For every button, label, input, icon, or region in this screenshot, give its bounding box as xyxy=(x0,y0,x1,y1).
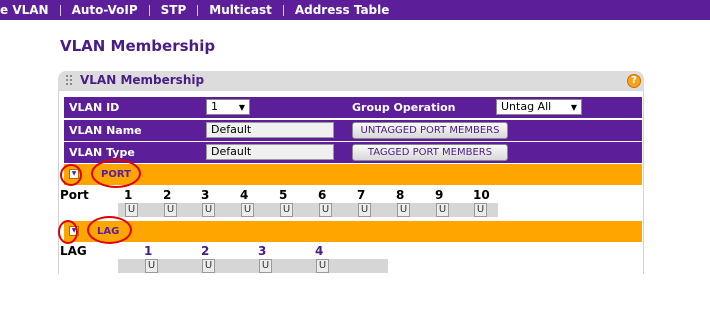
port-number: 9 xyxy=(435,188,444,202)
group-operation-label: Group Operation xyxy=(352,101,456,114)
vlan-id-label: VLAN ID xyxy=(69,101,120,114)
port-number: 4 xyxy=(240,188,249,202)
nav-item-stp[interactable]: STP xyxy=(150,3,198,17)
port-state-toggle[interactable]: U xyxy=(202,203,215,217)
port-row-label: Port xyxy=(60,188,89,202)
port-state-toggle[interactable]: U xyxy=(280,203,293,217)
lag-number[interactable]: 1 xyxy=(144,244,152,258)
page-title: VLAN Membership xyxy=(60,37,216,55)
port-state-toggle[interactable]: U xyxy=(474,203,487,217)
annotation-circle xyxy=(60,164,82,186)
untagged-port-members-button[interactable]: UNTAGGED PORT MEMBERS xyxy=(352,122,508,139)
nav-item-auto-voip[interactable]: Auto-VoIP xyxy=(61,3,149,17)
drag-grip-icon[interactable] xyxy=(66,75,74,85)
vlan-id-value: 1 xyxy=(211,100,218,113)
lag-section-header[interactable]: ▼ LAG xyxy=(64,221,642,242)
vlan-type-row: VLAN Type Default TAGGED PORT MEMBERS xyxy=(64,142,642,163)
nav-item-vlan[interactable]: e VLAN xyxy=(0,3,60,17)
nav-item-multicast[interactable]: Multicast xyxy=(198,3,283,17)
port-number: 3 xyxy=(201,188,210,202)
port-number: 8 xyxy=(396,188,405,202)
port-state-toggle[interactable]: U xyxy=(436,203,449,217)
help-icon[interactable]: ? xyxy=(627,74,641,88)
vlan-id-row: VLAN ID 1 ▼ Group Operation Untag All ▼ xyxy=(64,97,642,118)
chevron-down-icon: ▼ xyxy=(238,103,245,112)
lag-row-label: LAG xyxy=(60,244,87,258)
port-section-header[interactable]: ▼ PORT xyxy=(64,164,642,185)
chevron-down-icon: ▼ xyxy=(570,103,577,112)
vlan-membership-panel: VLAN Membership ? VLAN ID 1 ▼ Group Oper… xyxy=(58,71,644,274)
lag-state-toggle[interactable]: U xyxy=(316,259,329,273)
port-state-toggle[interactable]: U xyxy=(164,203,177,217)
vlan-name-field[interactable]: Default xyxy=(206,122,334,138)
annotation-circle xyxy=(58,220,78,244)
port-number: 2 xyxy=(163,188,172,202)
lag-state-toggle[interactable]: U xyxy=(202,259,215,273)
port-number: 7 xyxy=(357,188,366,202)
port-state-toggle[interactable]: U xyxy=(319,203,332,217)
vlan-id-select[interactable]: 1 ▼ xyxy=(206,99,250,115)
lag-state-toggle[interactable]: U xyxy=(145,259,158,273)
top-navigation: e VLAN Auto-VoIP STP Multicast Address T… xyxy=(0,0,710,20)
port-number: 1 xyxy=(124,188,133,202)
group-operation-select[interactable]: Untag All ▼ xyxy=(496,99,582,115)
lag-number[interactable]: 4 xyxy=(315,244,323,258)
panel-header: VLAN Membership ? xyxy=(58,71,644,91)
annotation-circle xyxy=(87,216,132,244)
panel-body: VLAN ID 1 ▼ Group Operation Untag All ▼ … xyxy=(58,91,644,274)
vlan-name-label: VLAN Name xyxy=(69,124,142,137)
nav-item-address-table[interactable]: Address Table xyxy=(284,3,401,17)
lag-state-toggle[interactable]: U xyxy=(259,259,272,273)
port-state-toggle[interactable]: U xyxy=(241,203,254,217)
group-operation-value: Untag All xyxy=(501,100,552,113)
panel-title: VLAN Membership xyxy=(80,73,205,87)
port-state-toggle[interactable]: U xyxy=(358,203,371,217)
port-state-toggle[interactable]: U xyxy=(125,203,138,217)
lag-number[interactable]: 3 xyxy=(258,244,266,258)
tagged-port-members-button[interactable]: TAGGED PORT MEMBERS xyxy=(352,144,508,161)
vlan-name-row: VLAN Name Default UNTAGGED PORT MEMBERS xyxy=(64,120,642,141)
port-number: 6 xyxy=(318,188,327,202)
vlan-type-field: Default xyxy=(206,144,334,160)
annotation-circle xyxy=(91,159,141,188)
vlan-type-label: VLAN Type xyxy=(69,146,135,159)
port-number: 10 xyxy=(473,188,490,202)
lag-number[interactable]: 2 xyxy=(201,244,209,258)
port-number: 5 xyxy=(279,188,288,202)
lag-state-strip xyxy=(118,259,388,273)
port-state-toggle[interactable]: U xyxy=(397,203,410,217)
